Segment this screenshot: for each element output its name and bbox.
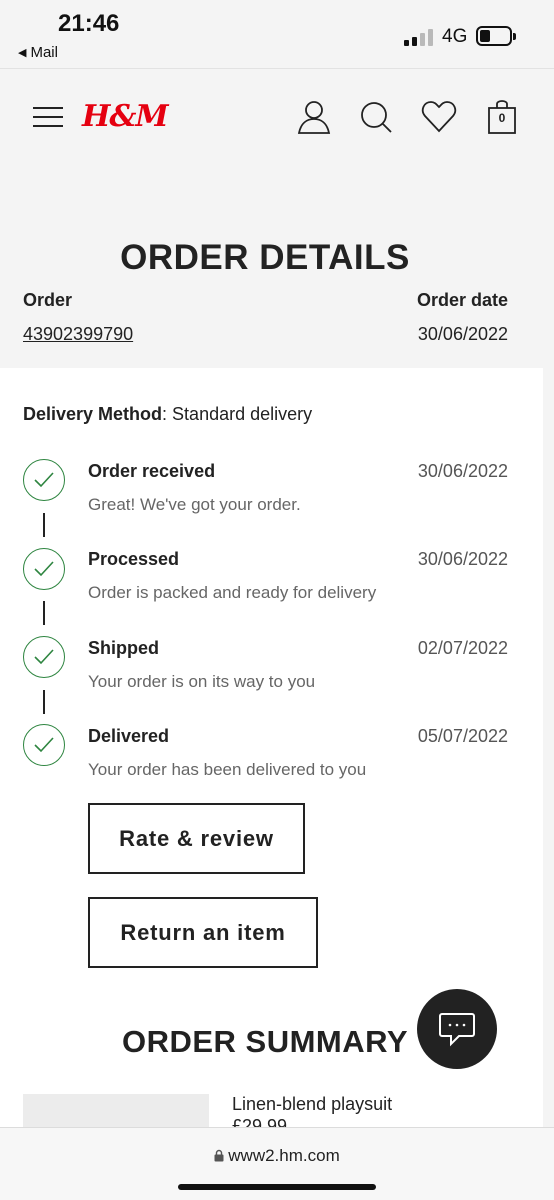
order-date-label: Order date	[416, 290, 508, 310]
delivery-method: Delivery Method: Standard delivery	[23, 404, 312, 425]
step-connector	[43, 513, 45, 537]
battery-icon	[476, 26, 516, 46]
account-icon[interactable]	[294, 97, 334, 137]
home-indicator[interactable]	[178, 1184, 376, 1190]
network-type: 4G	[442, 26, 468, 47]
site-header: H&M 0	[0, 68, 554, 168]
lock-icon	[214, 1149, 224, 1162]
step-description: Your order is on its way to you	[88, 672, 316, 691]
checkmark-icon	[23, 636, 65, 678]
step-title: Shipped	[88, 638, 159, 658]
return-item-button[interactable]: Return an item	[88, 897, 318, 968]
bag-count: 0	[498, 111, 506, 125]
status-bar: 21:46 ◀ Mail 4G	[0, 0, 554, 68]
step-description: Great! We've got your order.	[88, 495, 301, 514]
step-date: 05/07/2022	[417, 726, 508, 746]
back-arrow-icon: ◀	[18, 47, 27, 59]
step-title: Processed	[88, 549, 180, 569]
step-date: 02/07/2022	[417, 638, 508, 658]
step-description: Your order has been delivered to you	[88, 760, 367, 779]
back-label: Mail	[30, 44, 58, 61]
order-date: 30/06/2022	[417, 324, 508, 344]
step-connector	[43, 601, 45, 625]
product-name[interactable]: Linen-blend playsuit	[232, 1094, 392, 1115]
checkmark-icon	[23, 459, 65, 501]
rate-review-button[interactable]: Rate & review	[88, 803, 305, 874]
status-time: 21:46	[58, 10, 120, 37]
page-title: ORDER DETAILS	[120, 238, 410, 277]
chat-button[interactable]	[417, 989, 497, 1069]
signal-icon	[404, 28, 433, 46]
step-description: Order is packed and ready for delivery	[88, 583, 377, 602]
step-date: 30/06/2022	[417, 461, 508, 481]
hm-logo[interactable]: H&M	[82, 99, 169, 134]
url-text: www2.hm.com	[228, 1146, 340, 1165]
url-display[interactable]: www2.hm.com	[0, 1146, 554, 1166]
delivery-method-value: : Standard delivery	[162, 404, 313, 424]
back-to-mail[interactable]: ◀ Mail	[18, 44, 58, 61]
browser-url-bar[interactable]: www2.hm.com	[0, 1127, 554, 1200]
checkmark-icon	[23, 548, 65, 590]
order-number-link[interactable]: 43902399790	[23, 324, 133, 345]
order-label: Order	[23, 290, 73, 310]
step-title: Delivered	[88, 726, 170, 746]
chat-icon	[439, 1013, 475, 1047]
step-title: Order received	[88, 461, 216, 481]
menu-icon[interactable]	[33, 107, 63, 129]
checkmark-icon	[23, 724, 65, 766]
step-date: 30/06/2022	[417, 549, 508, 569]
favorites-icon[interactable]	[419, 97, 459, 137]
delivery-method-label: Delivery Method	[23, 404, 163, 424]
step-connector	[43, 690, 45, 714]
bag-icon[interactable]: 0	[482, 97, 522, 137]
search-icon[interactable]	[356, 97, 396, 137]
